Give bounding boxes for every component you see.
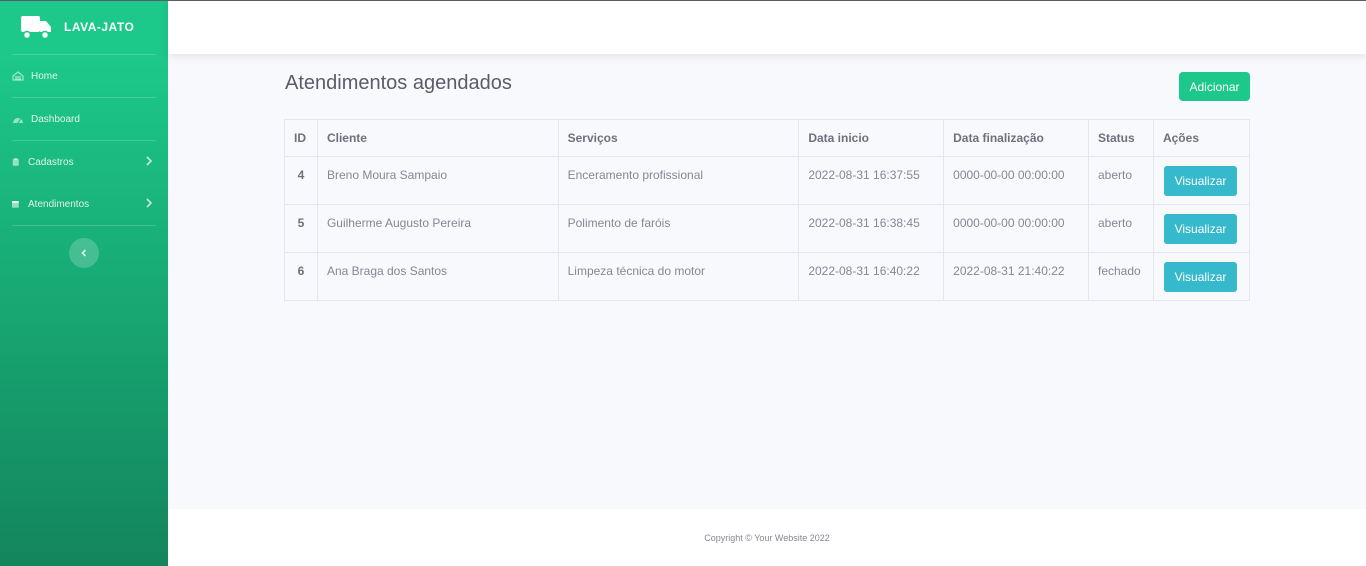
column-header-status: Status [1088,119,1154,157]
sidebar-item-label: Dashboard [31,113,80,125]
table-row: 4 Breno Moura Sampaio Enceramento profis… [284,156,1251,205]
topbar [168,1,1366,54]
cell-data-inicio: 2022-08-31 16:38:45 [798,204,945,253]
column-header-data-inicio: Data inicio [798,119,945,157]
cell-status: aberto [1088,204,1154,253]
brand[interactable]: LAVA-JATO [0,0,168,54]
sidebar-item-home[interactable]: Home [0,55,168,97]
cell-cliente: Guilherme Augusto Pereira [316,204,559,253]
cell-data-finalizacao: 2022-08-31 21:40:22 [943,252,1089,301]
cell-data-inicio: 2022-08-31 16:37:55 [798,156,945,205]
footer: Copyright © Your Website 2022 [168,509,1366,566]
sidebar-toggle-button[interactable] [69,238,99,268]
brand-name: LAVA-JATO [64,20,135,34]
cell-acoes: Visualizar [1152,252,1251,301]
chevron-right-icon [146,156,153,166]
column-header-servicos: Serviços [557,119,800,157]
table-header-row: ID Cliente Serviços Data inicio Data fin… [284,119,1251,157]
sidebar-item-label: Atendimentos [28,198,90,210]
appointments-table: ID Cliente Serviços Data inicio Data fin… [284,119,1251,301]
sidebar: LAVA-JATO Home Dashboard Cadastros Atend… [0,0,168,566]
visualizar-button[interactable]: Visualizar [1163,214,1237,244]
sidebar-divider [12,225,156,226]
clipboard-icon [12,158,19,166]
column-header-cliente: Cliente [316,119,559,157]
copyright-text: Copyright © Your Website 2022 [704,532,830,543]
cell-id: 4 [284,156,318,205]
truck-icon [21,16,51,40]
cell-id: 5 [284,204,318,253]
sidebar-item-dashboard[interactable]: Dashboard [0,98,168,140]
window-top-border [0,0,1366,1]
column-header-data-finalizacao: Data finalização [943,119,1089,157]
chevron-left-icon [81,249,87,257]
sidebar-item-label: Cadastros [28,156,74,168]
calendar-icon [12,201,19,208]
cell-status: aberto [1088,156,1154,205]
cell-servicos: Limpeza técnica do motor [557,252,800,301]
column-header-acoes: Ações [1152,119,1251,157]
cell-data-finalizacao: 0000-00-00 00:00:00 [943,204,1089,253]
cell-acoes: Visualizar [1152,156,1251,205]
sidebar-item-label: Home [31,70,58,82]
cell-acoes: Visualizar [1152,204,1251,253]
home-icon [12,71,24,81]
table-row: 5 Guilherme Augusto Pereira Polimento de… [284,204,1251,253]
cell-data-inicio: 2022-08-31 16:40:22 [798,252,945,301]
table-row: 6 Ana Braga dos Santos Limpeza técnica d… [284,252,1251,301]
cell-servicos: Enceramento profissional [557,156,800,205]
chevron-right-icon [146,198,153,208]
cell-servicos: Polimento de faróis [557,204,800,253]
cell-cliente: Ana Braga dos Santos [316,252,559,301]
page-title: Atendimentos agendados [285,72,512,94]
visualizar-button[interactable]: Visualizar [1163,262,1237,292]
sidebar-item-cadastros[interactable]: Cadastros [0,141,168,183]
sidebar-item-atendimentos[interactable]: Atendimentos [0,183,168,225]
cell-data-finalizacao: 0000-00-00 00:00:00 [943,156,1089,205]
cell-cliente: Breno Moura Sampaio [316,156,559,205]
add-button[interactable]: Adicionar [1179,72,1250,101]
cell-id: 6 [284,252,318,301]
dashboard-icon [13,118,23,124]
column-header-id: ID [284,119,318,157]
cell-status: fechado [1088,252,1154,301]
visualizar-button[interactable]: Visualizar [1163,166,1237,196]
